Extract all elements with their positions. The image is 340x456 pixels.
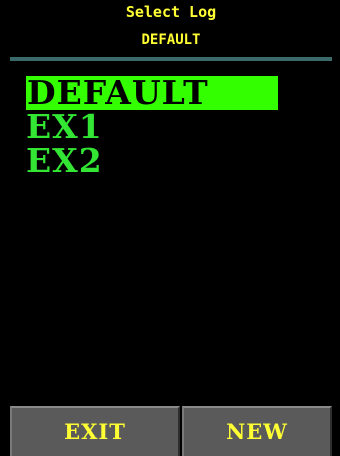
log-item-ex2[interactable]: EX2 bbox=[26, 144, 278, 178]
current-log-label: DEFAULT bbox=[141, 32, 201, 48]
header-divider bbox=[10, 57, 332, 61]
exit-button[interactable]: EXIT bbox=[10, 406, 180, 456]
log-list: DEFAULT EX1 EX2 bbox=[26, 76, 278, 178]
page-title: Select Log bbox=[125, 3, 217, 21]
header: Select Log DEFAULT bbox=[10, 0, 332, 56]
soft-button-bar: EXIT NEW bbox=[10, 406, 332, 456]
new-button[interactable]: NEW bbox=[182, 406, 332, 456]
log-item-default[interactable]: DEFAULT bbox=[26, 76, 278, 110]
select-log-screen: Select Log DEFAULT DEFAULT EX1 EX2 EXIT … bbox=[10, 0, 332, 456]
log-item-ex1[interactable]: EX1 bbox=[26, 110, 278, 144]
